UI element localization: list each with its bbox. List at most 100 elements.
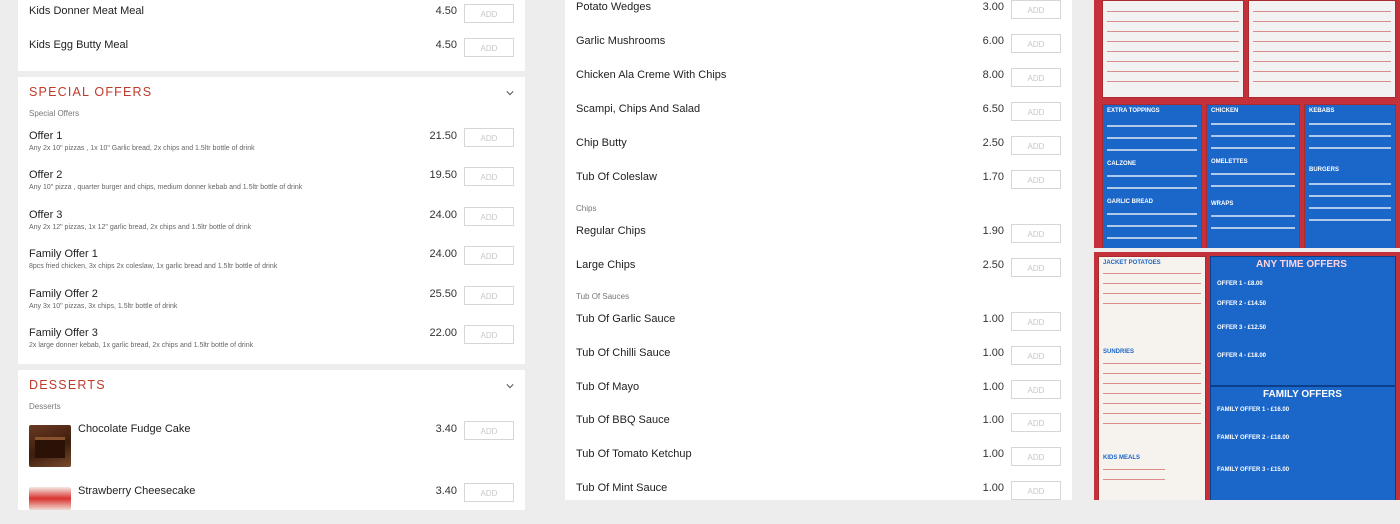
item-description: Any 2x 12" pizzas, 1x 12" garlic bread, …	[29, 224, 252, 231]
menu-panel: KEBABS BURGERS	[1304, 104, 1396, 248]
menu-heading: SUNDRIES	[1103, 349, 1135, 355]
add-button[interactable]: ADD	[464, 207, 514, 226]
add-button[interactable]: ADD	[1011, 258, 1061, 277]
menu-heading: ANY TIME OFFERS	[1256, 259, 1347, 270]
left-menu-column: Kids Donner Meat Meal 4.50 ADD Kids Egg …	[18, 0, 525, 516]
item-description: Any 2x 10" pizzas , 1x 10" Garlic bread,…	[29, 145, 255, 152]
item-name: Family Offer 3	[29, 327, 98, 339]
item-price: 6.00	[982, 35, 1004, 47]
item-name: Tub Of Tomato Ketchup	[576, 448, 692, 460]
menu-panel: EXTRA TOPPINGS CALZONE GARLIC BREAD	[1102, 104, 1202, 248]
add-button[interactable]: ADD	[1011, 346, 1061, 365]
item-description: Any 3x 10" pizzas, 3x chips, 1.5ltr bott…	[29, 303, 178, 310]
item-description: 8pcs fried chicken, 3x chips 2x coleslaw…	[29, 263, 278, 270]
offer-item: Offer 3 Any 2x 12" pizzas, 1x 12" garlic…	[18, 206, 525, 244]
offer-item: Offer 1 Any 2x 10" pizzas , 1x 10" Garli…	[18, 127, 525, 165]
add-button[interactable]: ADD	[1011, 0, 1061, 19]
menu-item: Tub Of Tomato Ketchup 1.00 ADD	[565, 447, 1072, 481]
special-offers-header[interactable]: SPECIAL OFFERS	[18, 77, 525, 107]
offer-label: FAMILY OFFER 3 - £15.00	[1217, 467, 1290, 473]
item-price: 1.00	[982, 347, 1004, 359]
menu-photo-2[interactable]: JACKET POTATOES SUNDRIES KIDS MEALS ANY …	[1094, 252, 1400, 500]
menu-panel	[1248, 0, 1396, 98]
item-name: Tub Of BBQ Sauce	[576, 414, 670, 426]
menu-item: Chip Butty 2.50 ADD	[565, 136, 1072, 170]
menu-item: Kids Donner Meat Meal 4.50 ADD	[18, 0, 525, 34]
item-name: Chocolate Fudge Cake	[78, 423, 191, 435]
menu-item: Tub Of Chilli Sauce 1.00 ADD	[565, 346, 1072, 380]
menu-photo-1[interactable]: EXTRA TOPPINGS CALZONE GARLIC BREAD CHIC…	[1094, 0, 1400, 248]
menu-heading: GARLIC BREAD	[1107, 199, 1153, 205]
item-name: Offer 2	[29, 169, 63, 181]
add-button[interactable]: ADD	[464, 38, 514, 57]
item-name: Tub Of Mint Sauce	[576, 482, 668, 494]
special-offers-section: SPECIAL OFFERS Special Offers Offer 1 An…	[18, 77, 525, 364]
section-title: SPECIAL OFFERS	[29, 85, 153, 99]
chevron-down-icon[interactable]	[506, 382, 514, 390]
item-price: 2.50	[982, 259, 1004, 271]
add-button[interactable]: ADD	[464, 4, 514, 23]
item-price: 1.00	[982, 482, 1004, 494]
add-button[interactable]: ADD	[464, 128, 514, 147]
offer-item: Offer 2 Any 10" pizza , quarter burger a…	[18, 167, 525, 205]
middle-menu-column: Potato Wedges 3.00 ADD Garlic Mushrooms …	[565, 0, 1072, 500]
add-button[interactable]: ADD	[1011, 380, 1061, 399]
offer-label: OFFER 2 - £14.50	[1217, 301, 1267, 307]
add-button[interactable]: ADD	[464, 483, 514, 502]
add-button[interactable]: ADD	[1011, 34, 1061, 53]
desserts-section: DESSERTS Desserts Chocolate Fudge Cake 3…	[18, 370, 525, 510]
menu-heading: KIDS MEALS	[1103, 455, 1141, 461]
item-name: Scampi, Chips And Salad	[576, 103, 701, 115]
item-name: Strawberry Cheesecake	[78, 485, 196, 497]
add-button[interactable]: ADD	[1011, 481, 1061, 500]
item-price: 24.00	[429, 209, 457, 221]
item-name: Garlic Mushrooms	[576, 35, 666, 47]
menu-item: Scampi, Chips And Salad 6.50 ADD	[565, 102, 1072, 136]
menu-item: Regular Chips 1.90 ADD	[565, 224, 1072, 258]
add-button[interactable]: ADD	[1011, 102, 1061, 121]
item-price: 1.00	[982, 448, 1004, 460]
add-button[interactable]: ADD	[464, 167, 514, 186]
add-button[interactable]: ADD	[1011, 136, 1061, 155]
offer-item: Family Offer 1 8pcs fried chicken, 3x ch…	[18, 246, 525, 284]
item-price: 2.50	[982, 137, 1004, 149]
item-name: Potato Wedges	[576, 1, 652, 13]
menu-item: Chicken Ala Creme With Chips 8.00 ADD	[565, 68, 1072, 102]
dessert-item: Chocolate Fudge Cake 3.40 ADD	[18, 421, 525, 472]
add-button[interactable]: ADD	[1011, 224, 1061, 243]
add-button[interactable]: ADD	[1011, 312, 1061, 331]
item-price: 1.00	[982, 313, 1004, 325]
add-button[interactable]: ADD	[464, 325, 514, 344]
add-button[interactable]: ADD	[464, 286, 514, 305]
chevron-down-icon[interactable]	[506, 89, 514, 97]
add-button[interactable]: ADD	[1011, 413, 1061, 432]
desserts-header[interactable]: DESSERTS	[18, 370, 525, 400]
offer-label: OFFER 4 - £18.00	[1217, 353, 1267, 359]
item-name: Tub Of Mayo	[576, 381, 640, 393]
menu-item: Tub Of Mayo 1.00 ADD	[565, 380, 1072, 414]
menu-item: Potato Wedges 3.00 ADD	[565, 0, 1072, 34]
item-description: Any 10" pizza , quarter burger and chips…	[29, 184, 303, 191]
menu-panel: FAMILY OFFERS FAMILY OFFER 1 - £16.00 FA…	[1210, 386, 1396, 500]
add-button[interactable]: ADD	[464, 246, 514, 265]
offer-label: OFFER 3 - £12.50	[1217, 325, 1267, 331]
add-button[interactable]: ADD	[1011, 68, 1061, 87]
add-button[interactable]: ADD	[1011, 447, 1061, 466]
item-name: Kids Donner Meat Meal	[29, 5, 144, 17]
menu-heading: BURGERS	[1309, 167, 1340, 173]
item-name: Tub Of Chilli Sauce	[576, 347, 671, 359]
menu-item: Kids Egg Butty Meal 4.50 ADD	[18, 34, 525, 68]
item-description: 2x large donner kebab, 1x garlic bread, …	[29, 342, 254, 349]
item-name: Large Chips	[576, 259, 636, 271]
menu-item: Tub Of Coleslaw 1.70 ADD	[565, 170, 1072, 204]
item-price: 6.50	[982, 103, 1004, 115]
category-label: Tub Of Sauces	[576, 292, 630, 301]
strawberry-cheesecake-image	[29, 487, 71, 510]
dessert-item: Strawberry Cheesecake 3.40 ADD	[18, 483, 525, 524]
item-price: 19.50	[429, 169, 457, 181]
item-price: 3.40	[435, 485, 457, 497]
item-price: 8.00	[982, 69, 1004, 81]
add-button[interactable]: ADD	[464, 421, 514, 440]
add-button[interactable]: ADD	[1011, 170, 1061, 189]
category-label: Chips	[576, 204, 597, 213]
